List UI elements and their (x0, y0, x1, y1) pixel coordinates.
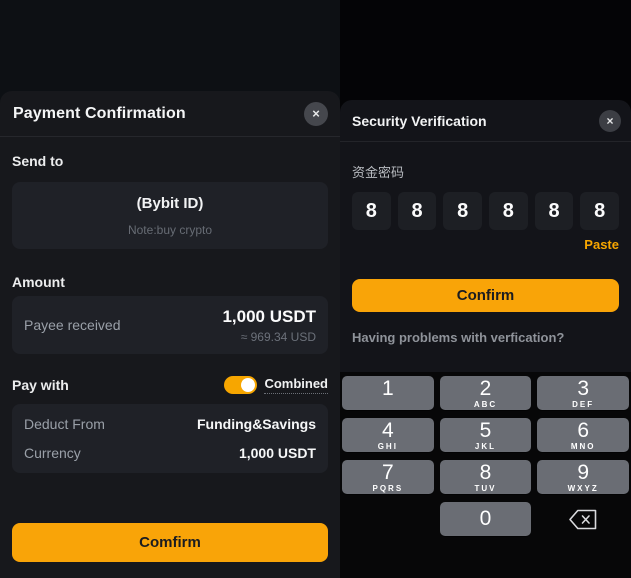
close-button[interactable]: × (599, 109, 621, 132)
pay-with-label: Pay with (12, 377, 69, 393)
password-digit-box[interactable]: 8 (580, 192, 620, 230)
send-to-card: (Bybit ID) Note:buy crypto (12, 182, 328, 249)
combined-label: Combined (264, 376, 328, 394)
keypad-key-4[interactable]: 4 GHI (342, 418, 434, 452)
currency-value: 1,000 USDT (238, 445, 316, 461)
keypad-key-7[interactable]: 7 PQRS (342, 460, 434, 494)
paste-row: Paste (352, 236, 619, 254)
keypad-backspace-key[interactable] (537, 502, 629, 536)
keypad-key-0[interactable]: 0 (439, 502, 532, 536)
payee-received-label: Payee received (24, 317, 121, 333)
fund-password-label: 资金密码 (352, 165, 405, 180)
security-verification-screen: Security Verification × 资金密码 8 8 8 8 8 8… (340, 0, 631, 578)
keypad-key-2[interactable]: 2 ABC (439, 376, 532, 410)
recipient-note: Note:buy crypto (127, 222, 213, 237)
deduct-from-row: Deduct From Funding&Savings (24, 416, 316, 432)
page-title: Payment Confirmation (13, 104, 186, 122)
pay-with-row: Pay with Combined (12, 376, 328, 394)
password-digit-box[interactable]: 8 (534, 192, 574, 230)
payment-sheet-header: Payment Confirmation × (0, 91, 340, 137)
password-digit-box[interactable]: 8 (352, 192, 391, 230)
combined-toggle[interactable] (224, 376, 258, 394)
verification-title: Security Verification (352, 112, 487, 129)
numeric-keypad: 1 2 ABC 3 DEF 4 GHI 5 JKL 6 MNO 7 PQRS 8… (340, 372, 631, 578)
payment-sheet-body: Send to (Bybit ID) Note:buy crypto Amoun… (0, 153, 340, 473)
amount-label: Amount (12, 274, 65, 290)
keypad-empty-cell (342, 502, 434, 536)
confirm-payment-button[interactable]: Comfirm (12, 523, 328, 562)
paste-link[interactable]: Paste (584, 237, 619, 252)
confirm-verification-button[interactable]: Confirm (352, 279, 619, 312)
password-digit-box[interactable]: 8 (489, 192, 528, 230)
keypad-key-3[interactable]: 3 DEF (537, 376, 629, 410)
recipient-value: (Bybit ID) (136, 194, 204, 212)
deduct-from-label: Deduct From (24, 416, 105, 432)
keypad-key-8[interactable]: 8 TUV (439, 460, 532, 494)
amount-usdt: 1,000 USDT (222, 306, 316, 326)
pay-details-card: Deduct From Funding&Savings Currency 1,0… (12, 404, 328, 473)
password-digit-box[interactable]: 8 (443, 192, 483, 230)
amount-values: 1,000 USDT ≈ 969.34 USD (222, 307, 316, 344)
toggle-knob-icon (241, 378, 256, 392)
payment-sheet: Payment Confirmation × Send to (Bybit ID… (0, 91, 340, 578)
close-button[interactable]: × (304, 101, 328, 126)
verification-body: 资金密码 8 8 8 8 8 8 Paste Confirm Having pr… (340, 162, 631, 345)
send-to-label: Send to (12, 153, 64, 169)
password-digit-box[interactable]: 8 (397, 192, 437, 230)
amount-card: Payee received 1,000 USDT ≈ 969.34 USD (12, 296, 328, 354)
password-digit-boxes: 8 8 8 8 8 8 (352, 192, 620, 230)
close-icon: × (606, 113, 614, 128)
close-icon: × (312, 106, 320, 121)
verification-help-link[interactable]: Having problems with verfication? (352, 330, 619, 345)
keypad-key-5[interactable]: 5 JKL (439, 418, 532, 452)
deduct-from-value: Funding&Savings (197, 416, 316, 432)
verification-sheet-header: Security Verification × (340, 100, 631, 142)
backspace-icon (569, 509, 597, 529)
payment-confirmation-screen: Payment Confirmation × Send to (Bybit ID… (0, 0, 340, 578)
keypad-key-9[interactable]: 9 WXYZ (537, 460, 629, 494)
verification-sheet: Security Verification × 资金密码 8 8 8 8 8 8… (340, 100, 631, 372)
keypad-key-1[interactable]: 1 (342, 376, 434, 410)
combined-control: Combined (224, 376, 328, 394)
currency-label: Currency (24, 445, 81, 461)
currency-row: Currency 1,000 USDT (24, 445, 316, 461)
amount-usd-approx: ≈ 969.34 USD (240, 329, 316, 344)
keypad-key-6[interactable]: 6 MNO (537, 418, 629, 452)
